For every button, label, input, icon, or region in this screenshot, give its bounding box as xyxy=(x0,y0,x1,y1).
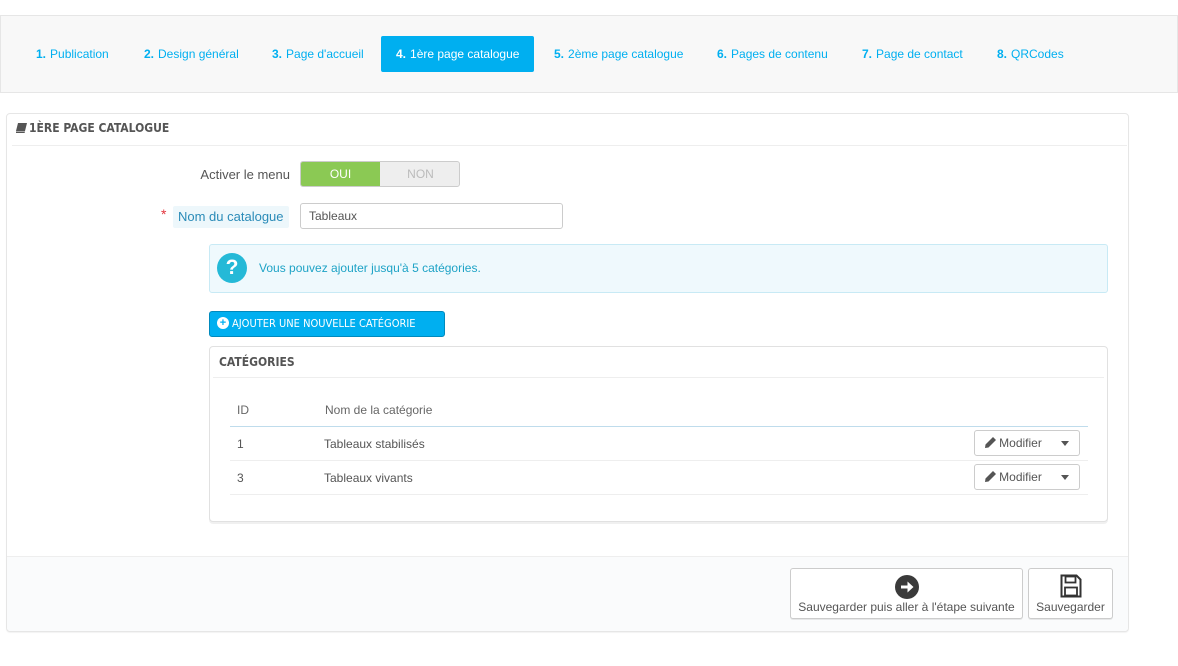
save-and-next-button[interactable]: Sauvegarder puis aller à l'étape suivant… xyxy=(790,568,1023,619)
row-1-edit-button[interactable]: Modifier xyxy=(974,430,1053,456)
step-tab-publication[interactable]: 1. Publication xyxy=(21,36,124,72)
step-tab-home-page[interactable]: 3. Page d'accueil xyxy=(257,36,379,72)
catalogue-name-label: Nom du catalogue xyxy=(173,206,289,228)
catalogue-name-input[interactable]: Tableaux xyxy=(300,203,563,229)
table-header-divider xyxy=(230,426,1088,427)
categories-title: Catégories xyxy=(219,355,295,369)
plus-circle-icon: + xyxy=(217,317,229,329)
step-tab-catalogue-1[interactable]: 4. 1ère page catalogue xyxy=(381,36,535,72)
row-2-edit-button[interactable]: Modifier xyxy=(974,464,1053,490)
step-tab-qrcodes[interactable]: 8. QRCodes xyxy=(982,36,1079,72)
menu-toggle-label: Activer le menu xyxy=(200,167,290,182)
save-button[interactable]: Sauvegarder xyxy=(1028,568,1113,619)
step-tab-design[interactable]: 2. Design général xyxy=(129,36,254,72)
row-divider xyxy=(230,460,1088,461)
save-label: Sauvegarder xyxy=(1036,600,1105,614)
categories-heading xyxy=(213,347,1104,378)
required-marker: * xyxy=(161,206,167,222)
step-tab-content-pages[interactable]: 6. Pages de contenu xyxy=(702,36,843,72)
row-divider xyxy=(230,494,1088,495)
column-header-name: Nom de la catégorie xyxy=(325,403,433,417)
menu-toggle-switch[interactable]: OUI NON xyxy=(300,161,460,187)
pencil-icon xyxy=(985,437,997,448)
row-2-id: 3 xyxy=(237,471,244,485)
save-and-next-label: Sauvegarder puis aller à l'étape suivant… xyxy=(798,600,1015,614)
step-tab-contact-page[interactable]: 7. Page de contact xyxy=(847,36,978,72)
floppy-disk-icon xyxy=(1060,574,1082,598)
book-icon xyxy=(16,123,27,133)
switch-option-yes[interactable]: OUI xyxy=(301,162,380,186)
row-2-dropdown-toggle[interactable] xyxy=(1052,464,1080,490)
row-2-name: Tableaux vivants xyxy=(324,471,413,485)
caret-down-icon xyxy=(1061,475,1069,480)
panel-heading xyxy=(12,114,1127,146)
row-1-id: 1 xyxy=(237,437,244,451)
caret-down-icon xyxy=(1061,441,1069,446)
arrow-right-circle-icon xyxy=(895,575,919,599)
panel-title: 1ère page catalogue xyxy=(16,121,169,135)
row-1-name: Tableaux stabilisés xyxy=(324,437,425,451)
row-1-dropdown-toggle[interactable] xyxy=(1052,430,1080,456)
info-alert-text: Vous pouvez ajouter jusqu'à 5 catégories… xyxy=(259,261,481,275)
column-header-id: ID xyxy=(237,403,249,417)
switch-option-no[interactable]: NON xyxy=(381,162,459,186)
add-category-button[interactable]: Ajouter une nouvelle catégorie xyxy=(209,311,445,337)
question-icon: ? xyxy=(217,253,247,283)
step-tab-catalogue-2[interactable]: 5. 2ème page catalogue xyxy=(539,36,698,72)
pencil-icon xyxy=(985,471,997,482)
